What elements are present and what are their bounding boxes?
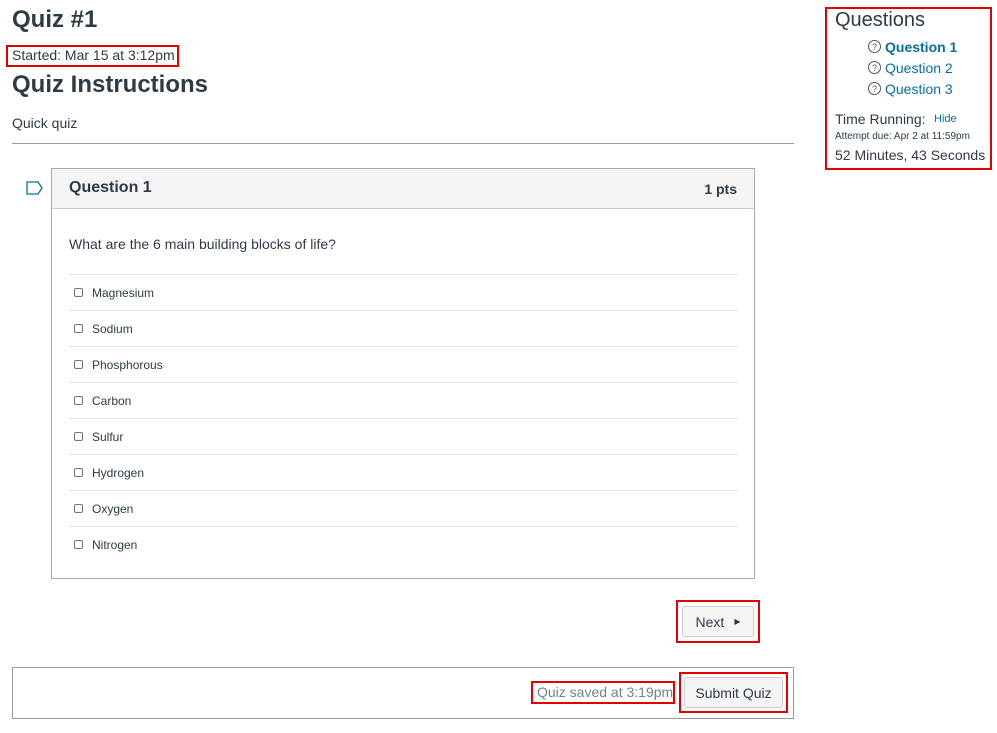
answer-option[interactable]: Phosphorous	[69, 346, 738, 382]
answer-label[interactable]: Magnesium	[92, 286, 154, 300]
question-points: 1 pts	[704, 181, 737, 197]
answer-option[interactable]: Hydrogen	[69, 454, 738, 490]
sidebar-question-label[interactable]: Question 1	[885, 39, 957, 55]
answer-option[interactable]: Carbon	[69, 382, 738, 418]
sidebar-title: Questions	[835, 9, 926, 31]
answer-checkbox[interactable]	[74, 396, 83, 405]
sidebar-question-link[interactable]: ? Question 1	[868, 36, 957, 57]
instructions-heading: Quiz Instructions	[12, 71, 209, 98]
answer-checkbox[interactable]	[74, 324, 83, 333]
timer: 52 Minutes, 43 Seconds	[835, 147, 986, 163]
answer-checkbox[interactable]	[74, 288, 83, 297]
question-card: Question 1 1 pts What are the 6 main bui…	[51, 168, 755, 579]
answer-option[interactable]: Magnesium	[69, 274, 738, 310]
quiz-title: Quiz #1	[12, 6, 98, 33]
sidebar-question-list: ? Question 1? Question 2? Question 3	[868, 36, 957, 99]
answer-checkbox[interactable]	[74, 504, 83, 513]
question-circle-icon: ?	[868, 82, 881, 95]
answer-checkbox[interactable]	[74, 432, 83, 441]
answer-label[interactable]: Hydrogen	[92, 466, 144, 480]
sidebar-question-label[interactable]: Question 2	[885, 60, 953, 76]
next-label: Next	[695, 613, 725, 630]
answer-label[interactable]: Phosphorous	[92, 358, 163, 372]
instructions-text: Quick quiz	[12, 115, 78, 131]
question-name: Question 1	[69, 179, 152, 196]
triangle-right-icon: ▶	[734, 617, 741, 626]
answer-label[interactable]: Nitrogen	[92, 538, 137, 552]
question-circle-icon: ?	[868, 61, 881, 74]
question-text: What are the 6 main building blocks of l…	[69, 236, 336, 252]
question-header: Question 1 1 pts	[52, 169, 754, 209]
question-circle-icon: ?	[868, 40, 881, 53]
answer-checkbox[interactable]	[74, 360, 83, 369]
flag-question-icon[interactable]	[26, 181, 44, 195]
answer-checkbox[interactable]	[74, 468, 83, 477]
sidebar-question-link[interactable]: ? Question 2	[868, 57, 957, 78]
started-timestamp: Started: Mar 15 at 3:12pm	[12, 47, 175, 63]
answer-option[interactable]: Oxygen	[69, 490, 738, 526]
quiz-footer	[12, 667, 794, 719]
next-button[interactable]: Next ▶	[682, 606, 754, 637]
answer-checkbox[interactable]	[74, 540, 83, 549]
saved-status: Quiz saved at 3:19pm	[537, 684, 674, 700]
answer-label[interactable]: Oxygen	[92, 502, 133, 516]
answer-option[interactable]: Nitrogen	[69, 526, 738, 562]
time-running-label: Time Running:	[835, 111, 926, 127]
attempt-due: Attempt due: Apr 2 at 11:59pm	[835, 131, 970, 142]
answer-label[interactable]: Sulfur	[92, 430, 123, 444]
answer-option[interactable]: Sulfur	[69, 418, 738, 454]
answer-label[interactable]: Carbon	[92, 394, 131, 408]
answers-list: Magnesium Sodium Phosphorous Carbon Sulfur Hy…	[69, 274, 738, 562]
answer-label[interactable]: Sodium	[92, 322, 133, 336]
sidebar-question-label[interactable]: Question 3	[885, 81, 953, 97]
divider	[12, 143, 794, 144]
submit-quiz-button[interactable]: Submit Quiz	[684, 677, 783, 708]
answer-option[interactable]: Sodium	[69, 310, 738, 346]
sidebar-question-link[interactable]: ? Question 3	[868, 78, 957, 99]
hide-timer-link[interactable]: Hide	[934, 113, 957, 125]
